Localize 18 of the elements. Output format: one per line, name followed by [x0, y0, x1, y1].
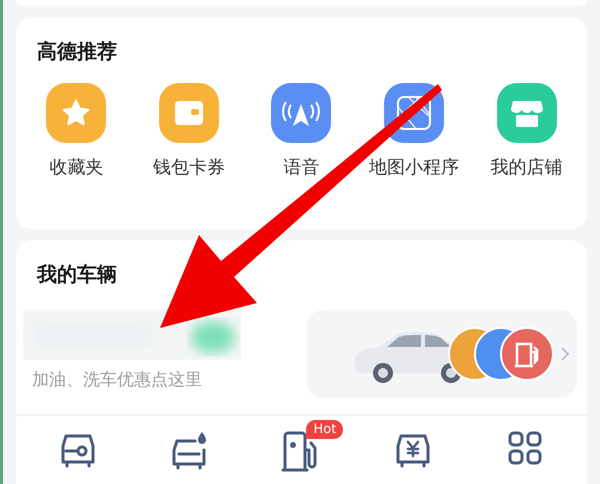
- app-tile[interactable]: [46, 83, 106, 143]
- wallet-icon: [174, 100, 204, 126]
- app-label: 我的店铺: [490, 156, 563, 179]
- vehicle-banner[interactable]: [307, 310, 577, 398]
- chevron-right-icon: [561, 347, 569, 361]
- app-tile[interactable]: [158, 83, 219, 143]
- vehicle-subtitle: 加油、洗车优惠点这里: [31, 369, 203, 391]
- grid-icon[interactable]: [507, 430, 544, 466]
- app-label: 收藏夹: [49, 156, 104, 179]
- app-tile[interactable]: [271, 83, 332, 143]
- app-label: 钱包卡券: [152, 156, 225, 179]
- app-label: 语音: [283, 156, 320, 179]
- hot-badge: Hot: [306, 420, 344, 439]
- app-tile[interactable]: [496, 83, 557, 143]
- star-icon: [61, 98, 92, 128]
- app-label: 地图小程序: [369, 156, 460, 179]
- section-title: 高德推荐: [36, 38, 118, 65]
- section-title: 我的车辆: [36, 261, 118, 288]
